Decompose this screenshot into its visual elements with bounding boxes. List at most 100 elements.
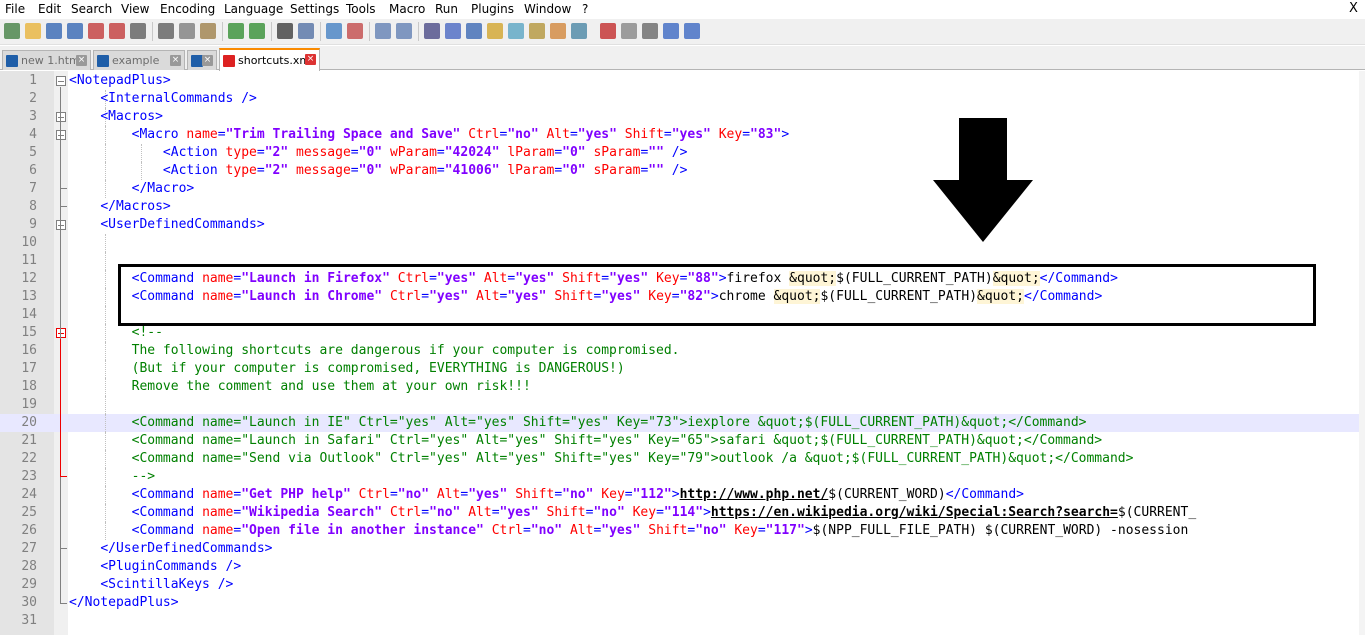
code-text[interactable]: <ScintillaKeys /> [69,576,1359,594]
code-line[interactable]: 9 <UserDefinedCommands> [0,216,1365,234]
code-line[interactable]: 27 </UserDefinedCommands> [0,540,1365,558]
menu-file[interactable]: File [5,2,25,16]
fold-toggle-icon[interactable] [56,220,66,230]
vertical-scrollbar[interactable] [1359,71,1365,635]
zoom-in-icon[interactable] [326,23,342,39]
open-file-icon[interactable] [25,23,41,39]
menu-help[interactable]: ? [582,2,588,16]
code-line[interactable]: 28 <PluginCommands /> [0,558,1365,576]
save-macro-icon[interactable] [684,23,700,39]
tab-close-icon[interactable]: × [305,54,316,65]
udl-icon[interactable] [487,23,503,39]
menu-edit[interactable]: Edit [38,2,61,16]
code-text[interactable]: <PluginCommands /> [69,558,1359,576]
code-text[interactable]: </UserDefinedCommands> [69,540,1359,558]
tab-new-1-html[interactable]: new 1.html × [2,50,91,70]
code-text[interactable]: </NotepadPlus> [69,594,1359,612]
code-line[interactable]: 30 </NotepadPlus> [0,594,1365,612]
find-icon[interactable] [277,23,293,39]
code-text[interactable]: <NotepadPlus> [69,72,1359,90]
fold-toggle-icon[interactable] [56,76,66,86]
tab-close-icon[interactable]: × [202,55,213,66]
code-line[interactable]: 4 <Macro name="Trim Trailing Space and S… [0,126,1365,144]
indent-guide-icon[interactable] [466,23,482,39]
menu-run[interactable]: Run [435,2,458,16]
code-line[interactable]: 20 <Command name="Launch in IE" Ctrl="ye… [0,414,1365,432]
code-text[interactable]: (But if your computer is compromised, EV… [69,360,1359,378]
tab-close-icon[interactable]: × [170,55,181,66]
sync-horizontal-icon[interactable] [396,23,412,39]
fold-toggle-icon[interactable] [56,130,66,140]
copy-icon[interactable] [179,23,195,39]
redo-icon[interactable] [249,23,265,39]
code-line[interactable]: 31 [0,612,1365,630]
code-line[interactable]: 10 [0,234,1365,252]
code-text[interactable]: <Action type="2" message="0" wParam="420… [69,144,1359,162]
replace-icon[interactable] [298,23,314,39]
tab-shortcuts-xml[interactable]: shortcuts.xml × [219,48,320,71]
code-line[interactable]: 15 <!-- [0,324,1365,342]
function-list-icon[interactable] [529,23,545,39]
tab-close-icon[interactable]: × [76,55,87,66]
stop-record-icon[interactable] [621,23,637,39]
code-line[interactable]: 26 <Command name = "Open file in another i… [0,522,1365,540]
tab-example[interactable]: example × [93,50,185,70]
code-line[interactable]: 19 [0,396,1365,414]
menu-search[interactable]: Search [71,2,112,16]
close-all-icon[interactable] [109,23,125,39]
code-text[interactable]: <Action type="2" message="0" wParam="410… [69,162,1359,180]
code-text[interactable]: --> [69,468,1359,486]
code-line[interactable]: 1 <NotepadPlus> [0,72,1365,90]
show-all-chars-icon[interactable] [445,23,461,39]
code-text[interactable]: <InternalCommands /> [69,90,1359,108]
code-line[interactable]: 18 Remove the comment and use them at yo… [0,378,1365,396]
new-file-icon[interactable] [4,23,20,39]
code-line[interactable]: 16 The following shortcuts are dangerous… [0,342,1365,360]
zoom-out-icon[interactable] [347,23,363,39]
code-area[interactable]: 1 <NotepadPlus> 2 <InternalCommands /> 3 <M… [0,71,1365,635]
tab-2[interactable]: 2× [187,50,217,70]
cut-icon[interactable] [158,23,174,39]
run-macro-multiple-icon[interactable] [663,23,679,39]
menu-window[interactable]: Window [524,2,571,16]
editor[interactable]: 1 <NotepadPlus> 2 <InternalCommands /> 3 <M… [0,71,1365,635]
code-line[interactable]: 6 <Action type="2" message="0" wParam="4… [0,162,1365,180]
print-icon[interactable] [130,23,146,39]
code-text[interactable]: <Macro name="Trim Trailing Space and Sav… [69,126,1359,144]
fold-toggle-icon[interactable] [56,112,66,122]
code-line[interactable]: 25 <Command name = "Wikipedia Search" Ctrl… [0,504,1365,522]
code-line[interactable]: 22 <Command name="Send via Outlook" Ctrl… [0,450,1365,468]
code-line[interactable]: 29 <ScintillaKeys /> [0,576,1365,594]
code-line[interactable]: 17 (But if your computer is compromised,… [0,360,1365,378]
save-icon[interactable] [46,23,62,39]
code-text[interactable]: <Command name="Send via Outlook" Ctrl="y… [69,450,1359,468]
code-text[interactable]: <Macros> [69,108,1359,126]
folder-workspace-icon[interactable] [550,23,566,39]
undo-icon[interactable] [228,23,244,39]
code-text[interactable]: The following shortcuts are dangerous if… [69,342,1359,360]
code-line[interactable]: 8 </Macros> [0,198,1365,216]
save-all-icon[interactable] [67,23,83,39]
code-text[interactable]: <Command name="Launch in Safari" Ctrl="y… [69,432,1359,450]
menu-encoding[interactable]: Encoding [160,2,215,16]
menu-settings[interactable]: Settings [290,2,339,16]
menu-plugins[interactable]: Plugins [471,2,514,16]
sync-vertical-icon[interactable] [375,23,391,39]
doc-map-icon[interactable] [508,23,524,39]
code-text[interactable]: </Macros> [69,198,1359,216]
record-macro-icon[interactable] [600,23,616,39]
code-text[interactable]: <Command name="Wikipedia Search" Ctrl="n… [69,504,1359,522]
monitoring-icon[interactable] [571,23,587,39]
code-line[interactable]: 7 </Macro> [0,180,1365,198]
code-text[interactable]: <!-- [69,324,1359,342]
code-text[interactable]: <Command name="Launch in IE" Ctrl="yes" … [69,414,1359,432]
code-line[interactable]: 23 --> [0,468,1365,486]
code-text[interactable]: Remove the comment and use them at your … [69,378,1359,396]
fold-toggle-icon[interactable] [56,328,66,338]
code-line[interactable]: 5 <Action type="2" message="0" wParam="4… [0,144,1365,162]
paste-icon[interactable] [200,23,216,39]
code-line[interactable]: 24 <Command name="Get PHP help" Ctrl="no… [0,486,1365,504]
code-text[interactable]: <Command name = "Open file in another inst… [69,522,1359,540]
code-line[interactable]: 2 <InternalCommands /> [0,90,1365,108]
menu-language[interactable]: Language [224,2,283,16]
